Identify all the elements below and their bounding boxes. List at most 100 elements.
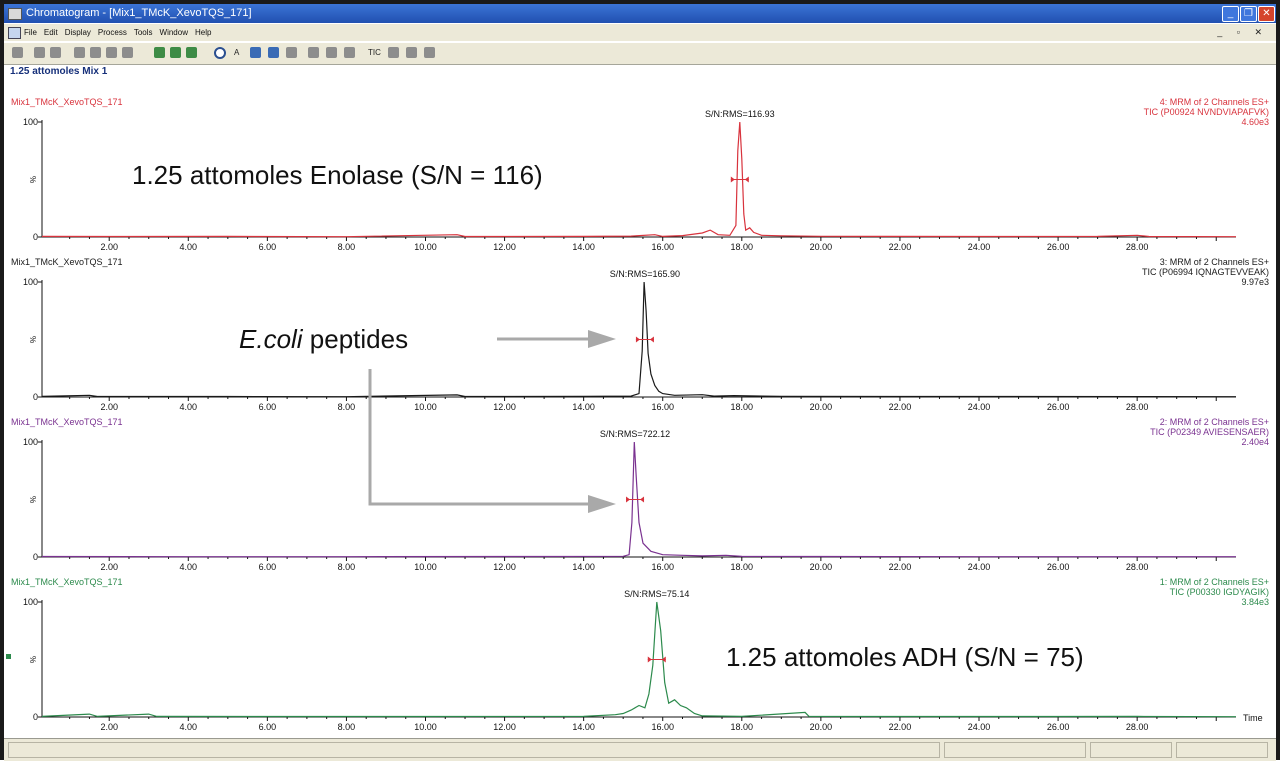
- panel-3-x-tick-label-10-00: 10.00: [414, 562, 437, 572]
- panel-2-header-line-3: 9.97e3: [1241, 277, 1269, 287]
- annotation-ecoli: E.coli peptides: [239, 324, 408, 354]
- panel-4-x-tick-label-26-00: 26.00: [1047, 722, 1070, 732]
- panel-1-header-line-3: 4.60e3: [1241, 117, 1269, 127]
- panel-2-y-label-percent: %: [29, 336, 38, 343]
- panel-4-x-tick-label-14-00: 14.00: [572, 722, 595, 732]
- panel-1-x-tick-label-4-00: 4.00: [180, 242, 198, 252]
- panel-2-x-tick-label-24-00: 24.00: [968, 402, 991, 412]
- panel-3-x-tick-label-2-00: 2.00: [100, 562, 118, 572]
- panel-1-peak-marker-right: [744, 176, 749, 183]
- panel-4-x-tick-label-28-00: 28.00: [1126, 722, 1149, 732]
- panel-3-x-tick-label-16-00: 16.00: [651, 562, 674, 572]
- panel-1-sample-label: Mix1_TMcK_XevoTQS_171: [11, 97, 123, 107]
- panel-4-x-tick-label-18-00: 18.00: [731, 722, 754, 732]
- panel-1-header-line-1: 4: MRM of 2 Channels ES+: [1160, 97, 1269, 107]
- panel-3-peak-marker-right: [640, 496, 645, 503]
- panel-1-x-tick-label-10-00: 10.00: [414, 242, 437, 252]
- panel-4-x-tick-label-2-00: 2.00: [100, 722, 118, 732]
- annotation-ecoli-peptides: peptides: [303, 324, 409, 354]
- status-segment-main: [8, 742, 940, 758]
- panel-2-x-tick-label-16-00: 16.00: [651, 402, 674, 412]
- panel-2-x-tick-label-22-00: 22.00: [889, 402, 912, 412]
- annotation-adh: 1.25 attomoles ADH (S/N = 75): [726, 642, 1084, 672]
- panel-3-x-tick-label-12-00: 12.00: [493, 562, 516, 572]
- panel-3-x-tick-label-22-00: 22.00: [889, 562, 912, 572]
- panel-4-header-line-3: 3.84e3: [1241, 597, 1269, 607]
- panel-4-x-tick-label-22-00: 22.00: [889, 722, 912, 732]
- bottom-panel-marker: [6, 654, 11, 659]
- panel-4-x-tick-label-24-00: 24.00: [968, 722, 991, 732]
- panel-4-y-label-100: 100: [23, 597, 38, 607]
- panel-2-x-tick-label-18-00: 18.00: [731, 402, 754, 412]
- panel-4-x-tick-label-4-00: 4.00: [180, 722, 198, 732]
- panel-4-x-tick-label-12-00: 12.00: [493, 722, 516, 732]
- panel-2-x-tick-label-8-00: 8.00: [338, 402, 356, 412]
- panel-4-x-tick-label-20-00: 20.00: [810, 722, 833, 732]
- panel-2-header-line-2: TIC (P06994 IQNAGTEVVEAK): [1142, 267, 1269, 277]
- panel-3-x-tick-label-18-00: 18.00: [731, 562, 754, 572]
- panel-4-x-tick-label-16-00: 16.00: [651, 722, 674, 732]
- panel-3-sample-label: Mix1_TMcK_XevoTQS_171: [11, 417, 123, 427]
- panel-1-header-line-2: TIC (P00924 NVNDVIAPAFVK): [1144, 107, 1269, 117]
- panel-2-x-tick-label-20-00: 20.00: [810, 402, 833, 412]
- panel-3-header-line-2: TIC (P02349 AVIESENSAER): [1150, 427, 1269, 437]
- panel-4-y-label-0: 0: [33, 712, 38, 722]
- panel-1-x-tick-label-20-00: 20.00: [810, 242, 833, 252]
- panel-2-y-label-100: 100: [23, 277, 38, 287]
- panel-2-peak-label: S/N:RMS=165.90: [610, 269, 680, 279]
- panel-1-x-tick-label-18-00: 18.00: [731, 242, 754, 252]
- panel-1-x-tick-label-8-00: 8.00: [338, 242, 356, 252]
- chromatogram-chart[interactable]: Mix1_TMcK_XevoTQS_171 4: MRM of 2 Channel…: [4, 4, 1276, 756]
- panel-2-peak-marker-right: [649, 336, 654, 343]
- annotation-ecoli-species: E.coli: [239, 324, 304, 354]
- panel-2-x-tick-label-14-00: 14.00: [572, 402, 595, 412]
- panel-2-x-tick-label-4-00: 4.00: [180, 402, 198, 412]
- panel-4-y-label-percent: %: [29, 656, 38, 663]
- panel-2-x-tick-label-28-00: 28.00: [1126, 402, 1149, 412]
- panel-2-y-label-0: 0: [33, 392, 38, 402]
- panel-3-x-tick-label-8-00: 8.00: [338, 562, 356, 572]
- panel-2-peak-marker-left: [635, 336, 640, 343]
- panel-1-peak-marker-left: [730, 176, 735, 183]
- panel-2-x-tick-label-12-00: 12.00: [493, 402, 516, 412]
- panel-2-x-tick-label-26-00: 26.00: [1047, 402, 1070, 412]
- status-segment-4: [1176, 742, 1268, 758]
- x-axis-title: Time: [1243, 713, 1263, 723]
- panel-3-x-tick-label-20-00: 20.00: [810, 562, 833, 572]
- panel-3-y-label-percent: %: [29, 496, 38, 503]
- panel-3-x-tick-label-28-00: 28.00: [1126, 562, 1149, 572]
- status-segment-2: [944, 742, 1086, 758]
- panel-3-y-label-100: 100: [23, 437, 38, 447]
- panel-4-header-line-1: 1: MRM of 2 Channels ES+: [1160, 577, 1269, 587]
- panel-3-x-tick-label-14-00: 14.00: [572, 562, 595, 572]
- panel-4-x-tick-label-6-00: 6.00: [259, 722, 277, 732]
- panel-1-x-tick-label-14-00: 14.00: [572, 242, 595, 252]
- panel-1-x-tick-label-22-00: 22.00: [889, 242, 912, 252]
- panel-2-x-tick-label-6-00: 6.00: [259, 402, 277, 412]
- panel-4-header-line-2: TIC (P00330 IGDYAGIK): [1170, 587, 1269, 597]
- panel-3-x-tick-label-26-00: 26.00: [1047, 562, 1070, 572]
- status-bar: [4, 738, 1276, 761]
- panel-3-x-tick-label-4-00: 4.00: [180, 562, 198, 572]
- annotation-enolase: 1.25 attomoles Enolase (S/N = 116): [132, 160, 543, 190]
- arrow-2-head: [588, 495, 616, 513]
- panel-1-x-tick-label-2-00: 2.00: [100, 242, 118, 252]
- panel-1-y-label-percent: %: [29, 176, 38, 183]
- panel-1-x-tick-label-16-00: 16.00: [651, 242, 674, 252]
- panel-4-x-tick-label-10-00: 10.00: [414, 722, 437, 732]
- panel-3-y-label-0: 0: [33, 552, 38, 562]
- arrow-2-shaft: [368, 369, 592, 506]
- panel-4-peak-label: S/N:RMS=75.14: [624, 589, 689, 599]
- panel-3-peak-marker-left: [626, 496, 631, 503]
- panel-3-header-line-3: 2.40e4: [1241, 437, 1269, 447]
- panel-4-x-tick-label-8-00: 8.00: [338, 722, 356, 732]
- status-segment-3: [1090, 742, 1172, 758]
- panel-2-header-line-1: 3: MRM of 2 Channels ES+: [1160, 257, 1269, 267]
- arrow-1-head: [588, 330, 616, 348]
- panel-2-x-tick-label-2-00: 2.00: [100, 402, 118, 412]
- panel-2-sample-label: Mix1_TMcK_XevoTQS_171: [11, 257, 123, 267]
- panel-3-header-line-1: 2: MRM of 2 Channels ES+: [1160, 417, 1269, 427]
- panel-1-peak-label: S/N:RMS=116.93: [705, 109, 775, 119]
- panel-1-x-tick-label-26-00: 26.00: [1047, 242, 1070, 252]
- panel-4-peak-marker-left: [647, 656, 652, 663]
